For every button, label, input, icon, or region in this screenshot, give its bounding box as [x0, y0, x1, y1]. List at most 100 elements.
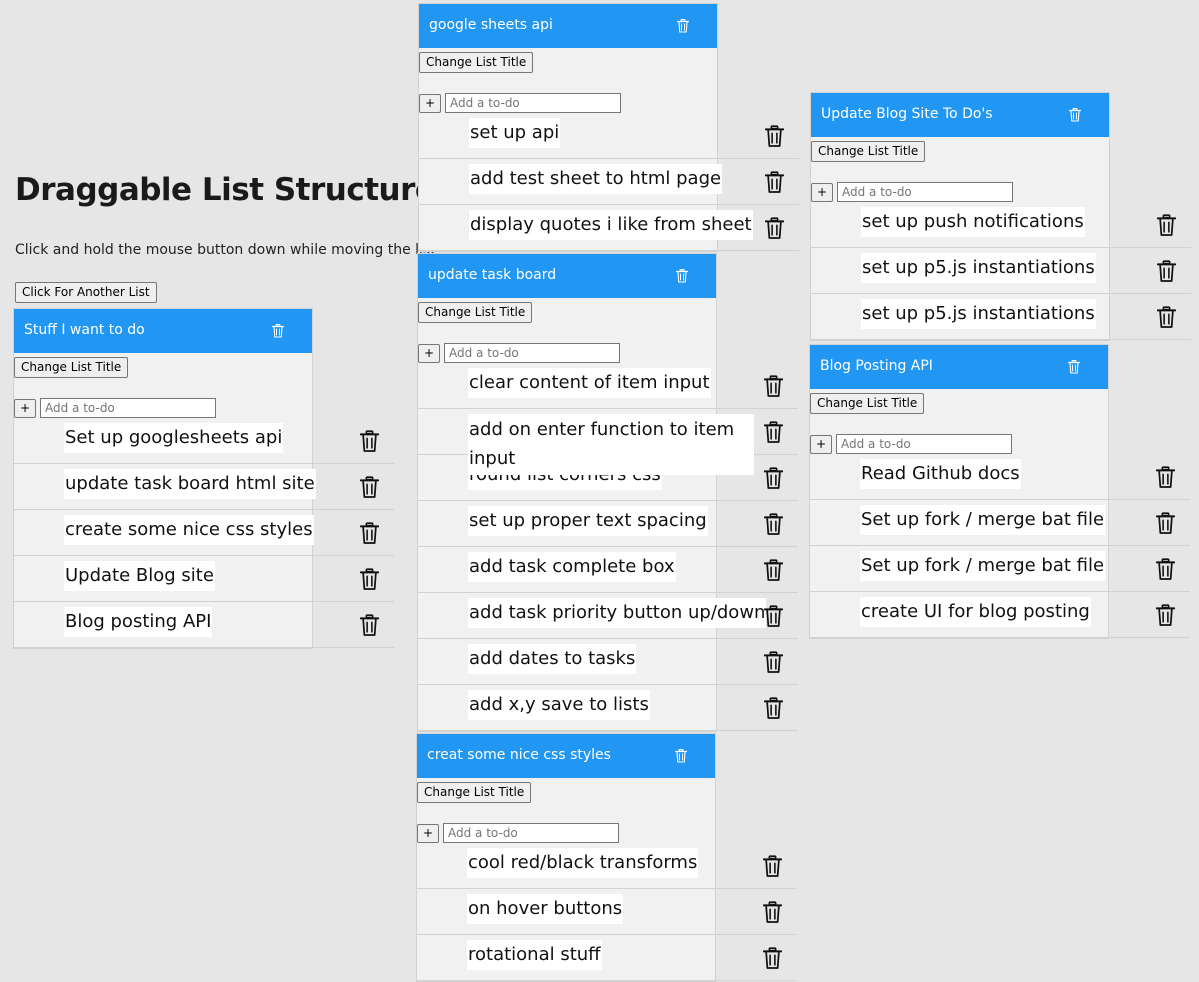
trash-icon[interactable] — [764, 375, 783, 398]
list-header[interactable]: creat some nice css styles — [417, 734, 715, 778]
add-todo-button[interactable]: + — [811, 182, 833, 202]
change-title-button[interactable]: Change List Title — [14, 357, 129, 378]
trash-icon[interactable] — [360, 522, 379, 545]
list-item[interactable]: set up p5.js instantiations — [811, 248, 1191, 294]
list-item[interactable]: Set up fork / merge bat file — [810, 546, 1190, 592]
trash-icon[interactable] — [764, 697, 783, 720]
trash-icon[interactable] — [1156, 512, 1175, 535]
list-item[interactable]: add x,y save to lists — [418, 685, 798, 731]
add-todo-input[interactable] — [837, 182, 1013, 202]
add-todo-row: + — [419, 93, 717, 113]
add-todo-button[interactable]: + — [418, 343, 440, 363]
add-todo-button[interactable]: + — [14, 398, 36, 418]
trash-icon[interactable] — [764, 421, 783, 444]
trash-icon[interactable] — [763, 947, 782, 970]
list-item[interactable]: set up api — [419, 113, 799, 159]
new-list-button[interactable]: Click For Another List — [15, 282, 157, 303]
list-item[interactable]: update task board html site — [14, 464, 394, 510]
trash-icon[interactable] — [360, 568, 379, 591]
list-item[interactable]: set up p5.js instantiations — [811, 294, 1191, 340]
list-item-text: Set up fork / merge bat file — [860, 505, 1106, 535]
todo-list[interactable]: creat some nice css styles Change List Ti… — [416, 733, 797, 982]
todo-list[interactable]: google sheets api Change List Title +set u… — [418, 3, 799, 252]
change-title-button[interactable]: Change List Title — [810, 393, 925, 414]
todo-list[interactable]: Update Blog Site To Do's Change List Titl… — [810, 92, 1191, 341]
list-item[interactable]: cool red/black transforms — [417, 843, 797, 889]
todo-list[interactable]: update task board Change List Title +clear… — [417, 253, 798, 732]
add-todo-row: + — [811, 182, 1109, 202]
list-item-text: add task priority button up/down — [468, 598, 767, 628]
list-item[interactable]: display quotes i like from sheet — [419, 205, 799, 251]
list-item[interactable]: add dates to tasks — [418, 639, 798, 685]
trash-icon[interactable] — [360, 476, 379, 499]
trash-icon[interactable] — [764, 651, 783, 674]
trash-icon[interactable] — [765, 217, 784, 240]
delete-list-icon[interactable] — [1069, 107, 1081, 123]
add-todo-button[interactable]: + — [417, 823, 439, 843]
add-todo-button[interactable]: + — [810, 434, 832, 454]
add-todo-input[interactable] — [444, 343, 620, 363]
list-item[interactable]: Set up fork / merge bat file — [810, 500, 1190, 546]
trash-icon[interactable] — [1157, 306, 1176, 329]
trash-icon[interactable] — [764, 467, 783, 490]
delete-list-icon[interactable] — [272, 323, 284, 339]
trash-icon[interactable] — [1156, 558, 1175, 581]
list-item[interactable]: create UI for blog posting — [810, 592, 1190, 638]
add-todo-input[interactable] — [40, 398, 216, 418]
todo-list[interactable]: Stuff I want to do Change List Title +Set … — [13, 308, 394, 649]
list-items: set up api add test sheet to html page dis… — [419, 113, 799, 251]
delete-list-icon[interactable] — [677, 18, 689, 34]
list-item-text: add dates to tasks — [468, 644, 637, 674]
list-items: cool red/black transforms on hover button… — [417, 843, 797, 981]
list-item-text: create some nice css styles — [64, 515, 314, 545]
list-item[interactable]: Read Github docs — [810, 454, 1190, 500]
trash-icon[interactable] — [764, 559, 783, 582]
list-item[interactable]: set up proper text spacing — [418, 501, 798, 547]
trash-icon[interactable] — [1156, 466, 1175, 489]
list-header[interactable]: Update Blog Site To Do's — [811, 93, 1109, 137]
list-item[interactable]: Set up googlesheets api — [14, 418, 394, 464]
list-item[interactable]: add on enter function to item input — [418, 409, 798, 475]
trash-icon[interactable] — [360, 614, 379, 637]
add-todo-input[interactable] — [836, 434, 1012, 454]
list-item[interactable]: clear content of item input — [418, 363, 798, 409]
list-item-text: add x,y save to lists — [468, 690, 650, 720]
trash-icon[interactable] — [763, 901, 782, 924]
trash-icon[interactable] — [764, 605, 783, 628]
list-header[interactable]: google sheets api — [419, 4, 717, 48]
add-todo-input[interactable] — [445, 93, 621, 113]
trash-icon[interactable] — [763, 855, 782, 878]
list-item[interactable]: create some nice css styles — [14, 510, 394, 556]
list-item[interactable]: set up push notifications — [811, 202, 1191, 248]
list-items: clear content of item input add on enter … — [418, 363, 798, 731]
trash-icon[interactable] — [765, 125, 784, 148]
change-title-button[interactable]: Change List Title — [811, 141, 926, 162]
add-todo-input[interactable] — [443, 823, 619, 843]
list-item[interactable]: rotational stuff — [417, 935, 797, 981]
change-title-button[interactable]: Change List Title — [419, 52, 534, 73]
list-header[interactable]: Stuff I want to do — [14, 309, 312, 353]
list-item[interactable]: Update Blog site — [14, 556, 394, 602]
list-item[interactable]: add test sheet to html page — [419, 159, 799, 205]
delete-list-icon[interactable] — [676, 268, 688, 284]
delete-list-icon[interactable] — [1068, 359, 1080, 375]
delete-list-icon[interactable] — [675, 748, 687, 764]
list-item[interactable]: add task complete box — [418, 547, 798, 593]
list-header[interactable]: update task board — [418, 254, 716, 298]
trash-icon[interactable] — [1157, 214, 1176, 237]
page-title: Draggable List Structures — [15, 172, 454, 208]
trash-icon[interactable] — [1156, 604, 1175, 627]
trash-icon[interactable] — [360, 430, 379, 453]
change-title-button[interactable]: Change List Title — [417, 782, 532, 803]
todo-list[interactable]: Blog Posting API Change List Title +Read G… — [809, 344, 1190, 639]
change-title-button[interactable]: Change List Title — [418, 302, 533, 323]
list-item[interactable]: add task priority button up/down — [418, 593, 798, 639]
list-item-text: Set up fork / merge bat file — [860, 551, 1106, 581]
add-todo-button[interactable]: + — [419, 93, 441, 113]
trash-icon[interactable] — [765, 171, 784, 194]
list-item[interactable]: on hover buttons — [417, 889, 797, 935]
list-header[interactable]: Blog Posting API — [810, 345, 1108, 389]
trash-icon[interactable] — [1157, 260, 1176, 283]
list-item[interactable]: Blog posting API — [14, 602, 394, 648]
trash-icon[interactable] — [764, 513, 783, 536]
